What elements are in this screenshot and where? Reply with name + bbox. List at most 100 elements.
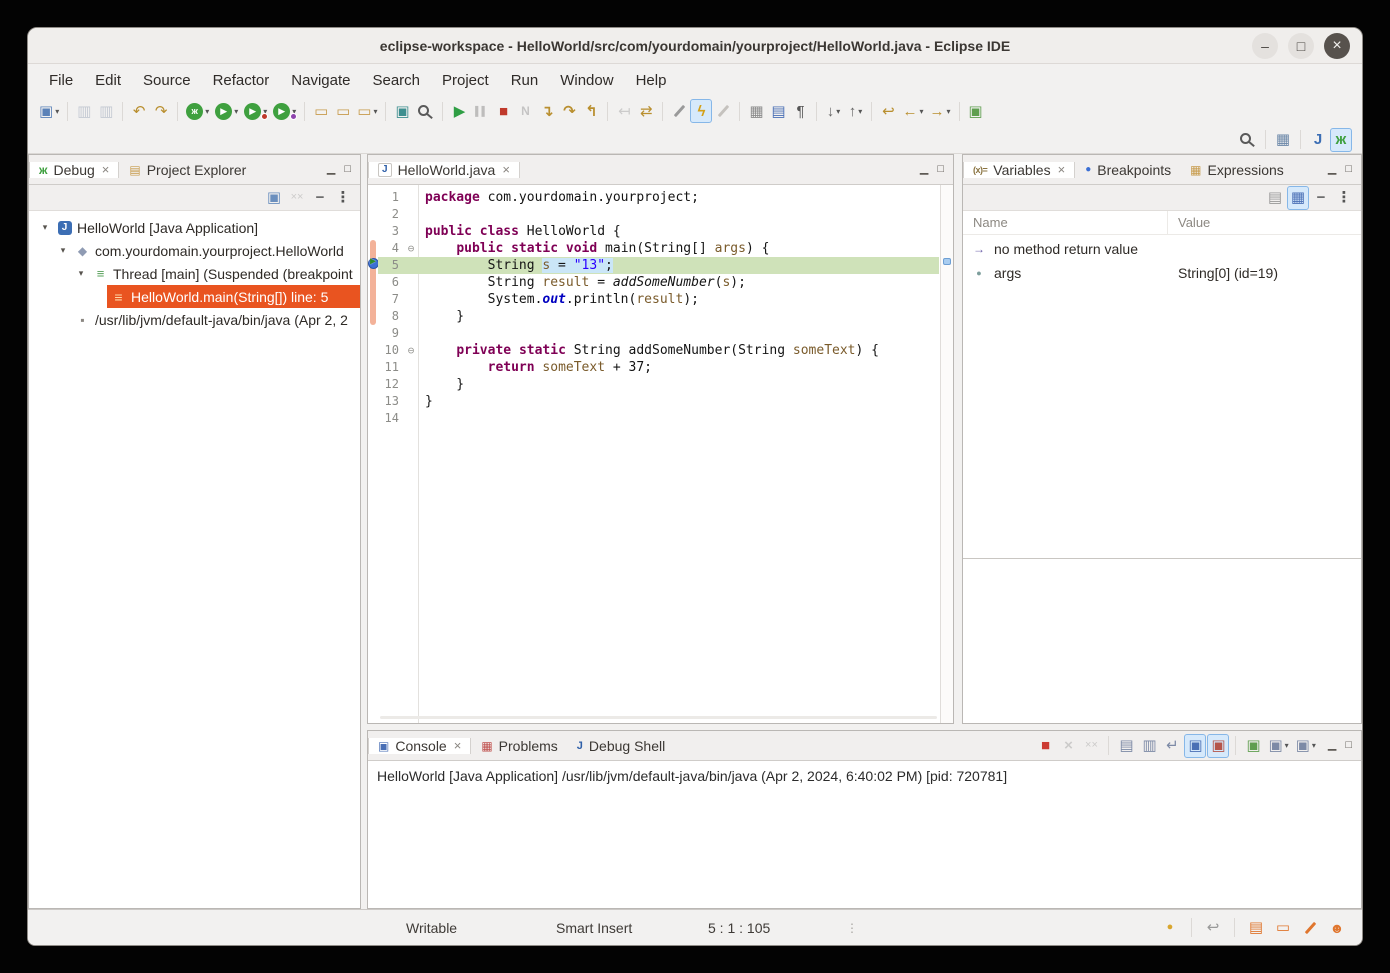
maximize-view-icon[interactable]: □ (1345, 164, 1352, 175)
variables-view-tab-variables[interactable]: Variables× (963, 162, 1075, 178)
show-logical-structures-button[interactable]: ▦ (1287, 186, 1309, 210)
step-filters-button[interactable]: ⇄ (635, 99, 657, 123)
debug-tree-item-2[interactable]: ▾Thread [main] (Suspended (breakpoint (29, 262, 360, 285)
connect-debugger-button[interactable]: ▣ (263, 186, 285, 210)
restore-icon[interactable]: ↩ (1202, 916, 1224, 940)
pencil-button[interactable] (668, 99, 690, 123)
run-button[interactable]: ▶▾ (212, 99, 241, 123)
dropdown-arrow-icon[interactable]: ▾ (919, 107, 923, 116)
titlebar[interactable]: eclipse-workspace - HelloWorld/src/com/y… (28, 28, 1362, 64)
debug-view-tab-debug[interactable]: Debug× (29, 162, 119, 178)
close-tab-icon[interactable]: × (102, 162, 110, 177)
open-perspective-button[interactable]: ▦ (1272, 128, 1294, 152)
scroll-lock-button[interactable]: ▥ (1138, 734, 1160, 758)
column-header-name[interactable]: Name (963, 211, 1168, 234)
menu-window[interactable]: Window (549, 68, 624, 93)
menu-search[interactable]: Search (361, 68, 431, 93)
debug-launch-tree[interactable]: ▾HelloWorld [Java Application]▾com.yourd… (29, 211, 360, 908)
close-tab-icon[interactable]: × (502, 162, 510, 177)
drop-to-frame-button[interactable]: ↤ (613, 99, 635, 123)
next-annotation-button[interactable]: ↓▾ (822, 99, 844, 123)
show-stdout-button[interactable]: ▣ (1184, 734, 1206, 758)
close-window-button[interactable]: × (1324, 33, 1350, 59)
terminate-console-button[interactable]: ■ (1034, 734, 1056, 758)
minimize-view-icon[interactable]: ▁ (327, 164, 335, 175)
minimize-window-button[interactable]: – (1252, 33, 1278, 59)
menu-navigate[interactable]: Navigate (280, 68, 361, 93)
fold-collapse-icon[interactable]: ⊖ (404, 342, 418, 359)
collapse-all-button[interactable]: − (309, 186, 331, 210)
edit-icon[interactable] (1299, 916, 1321, 940)
coverage-button[interactable]: ▶▾ (241, 99, 270, 123)
close-tab-icon[interactable]: × (1058, 162, 1066, 177)
undo-button[interactable]: ↶ (128, 99, 150, 123)
console-view-tab-console[interactable]: Console× (368, 738, 471, 754)
resume-button[interactable]: ▶ (448, 99, 470, 123)
dropdown-arrow-icon[interactable]: ▾ (1312, 741, 1316, 750)
variables-table[interactable]: no method return valueargsString[0] (id=… (963, 235, 1361, 558)
debug-view-tab-project-explorer[interactable]: Project Explorer (120, 162, 255, 178)
menu-help[interactable]: Help (625, 68, 678, 93)
dropdown-arrow-icon[interactable]: ▾ (1285, 741, 1289, 750)
editor-tab-helloworld-java[interactable]: HelloWorld.java× (368, 162, 520, 178)
search-field-button[interactable] (1235, 128, 1259, 152)
previous-annotation-button[interactable]: ↑▾ (844, 99, 866, 123)
annotation-ruler[interactable]: ▶ (368, 185, 378, 723)
code-line-3[interactable]: 3public class HelloWorld { (378, 223, 939, 240)
quick-fix-lightbulb-icon[interactable]: ● (1159, 916, 1181, 940)
remove-terminated-button[interactable]: ×× (286, 186, 308, 210)
show-type-names-button[interactable]: ▤ (1264, 186, 1286, 210)
view-menu-button[interactable]: ⋮ (1333, 186, 1355, 210)
code-line-1[interactable]: 1package com.yourdomain.yourproject; (378, 189, 939, 206)
open-task-button[interactable]: ▭ (310, 99, 332, 123)
new-java-class-button[interactable]: ▣ (391, 99, 413, 123)
console-output[interactable]: HelloWorld [Java Application] /usr/lib/j… (368, 761, 1361, 908)
open-console-button[interactable]: ▣▾ (1293, 734, 1319, 758)
disconnect-button[interactable]: N (514, 99, 536, 123)
maximize-view-icon[interactable]: □ (344, 164, 351, 175)
search-button[interactable] (413, 99, 437, 123)
editor-variables-sash[interactable] (954, 154, 962, 724)
menu-run[interactable]: Run (500, 68, 550, 93)
menu-source[interactable]: Source (132, 68, 202, 93)
mark-occurrences-button[interactable]: ϟ (690, 99, 712, 123)
step-over-button[interactable]: ↷ (558, 99, 580, 123)
java-perspective-button[interactable]: J (1307, 128, 1329, 152)
dropdown-arrow-icon[interactable]: ▾ (858, 107, 862, 116)
step-return-button[interactable]: ↰ (580, 99, 602, 123)
dropdown-arrow-icon[interactable]: ▾ (55, 107, 59, 116)
menu-project[interactable]: Project (431, 68, 500, 93)
minimize-view-icon[interactable]: ▁ (920, 164, 928, 175)
samples-icon[interactable]: ▭ (1272, 916, 1294, 940)
console-view-tab-problems[interactable]: Problems (472, 738, 566, 754)
javadoc-button[interactable]: ▤ (767, 99, 789, 123)
docs-icon[interactable]: ▤ (1245, 916, 1267, 940)
show-whitespace-button[interactable]: ¶ (789, 99, 811, 123)
block-selection-button[interactable]: ▦ (745, 99, 767, 123)
minimize-view-icon[interactable]: ▁ (1328, 164, 1336, 175)
dropdown-arrow-icon[interactable]: ▾ (373, 107, 377, 116)
suspend-button[interactable]: ▌▌ (470, 99, 492, 123)
overview-ruler[interactable] (940, 185, 953, 723)
code-line-12[interactable]: 12 } (378, 376, 939, 393)
dropdown-arrow-icon[interactable]: ▾ (946, 107, 950, 116)
last-edit-location-button[interactable]: ↩ (877, 99, 899, 123)
debug-perspective-button[interactable]: ж (1330, 128, 1352, 152)
maximize-window-button[interactable]: □ (1288, 33, 1314, 59)
tree-expand-icon[interactable]: ▾ (37, 222, 53, 233)
debug-button[interactable]: ж▾ (183, 99, 212, 123)
code-line-14[interactable]: 14 (378, 410, 939, 427)
variables-view-tab-breakpoints[interactable]: Breakpoints (1076, 162, 1180, 178)
code-line-9[interactable]: 9 (378, 325, 939, 342)
feedback-icon[interactable]: ☻ (1326, 916, 1348, 940)
pin-console-button[interactable]: ▣ (1242, 734, 1264, 758)
dropdown-arrow-icon[interactable]: ▾ (205, 107, 209, 116)
debug-tree-item-1[interactable]: ▾com.yourdomain.yourproject.HelloWorld (29, 239, 360, 262)
console-view-tab-debug-shell[interactable]: Debug Shell (568, 738, 674, 754)
close-tab-icon[interactable]: × (454, 738, 462, 753)
dropdown-arrow-icon[interactable]: ▾ (836, 107, 840, 116)
terminate-button[interactable]: ■ (492, 99, 514, 123)
tree-expand-icon[interactable]: ▾ (73, 268, 89, 279)
debug-tree-item-0[interactable]: ▾HelloWorld [Java Application] (29, 216, 360, 239)
tree-expand-icon[interactable]: ▾ (55, 245, 71, 256)
